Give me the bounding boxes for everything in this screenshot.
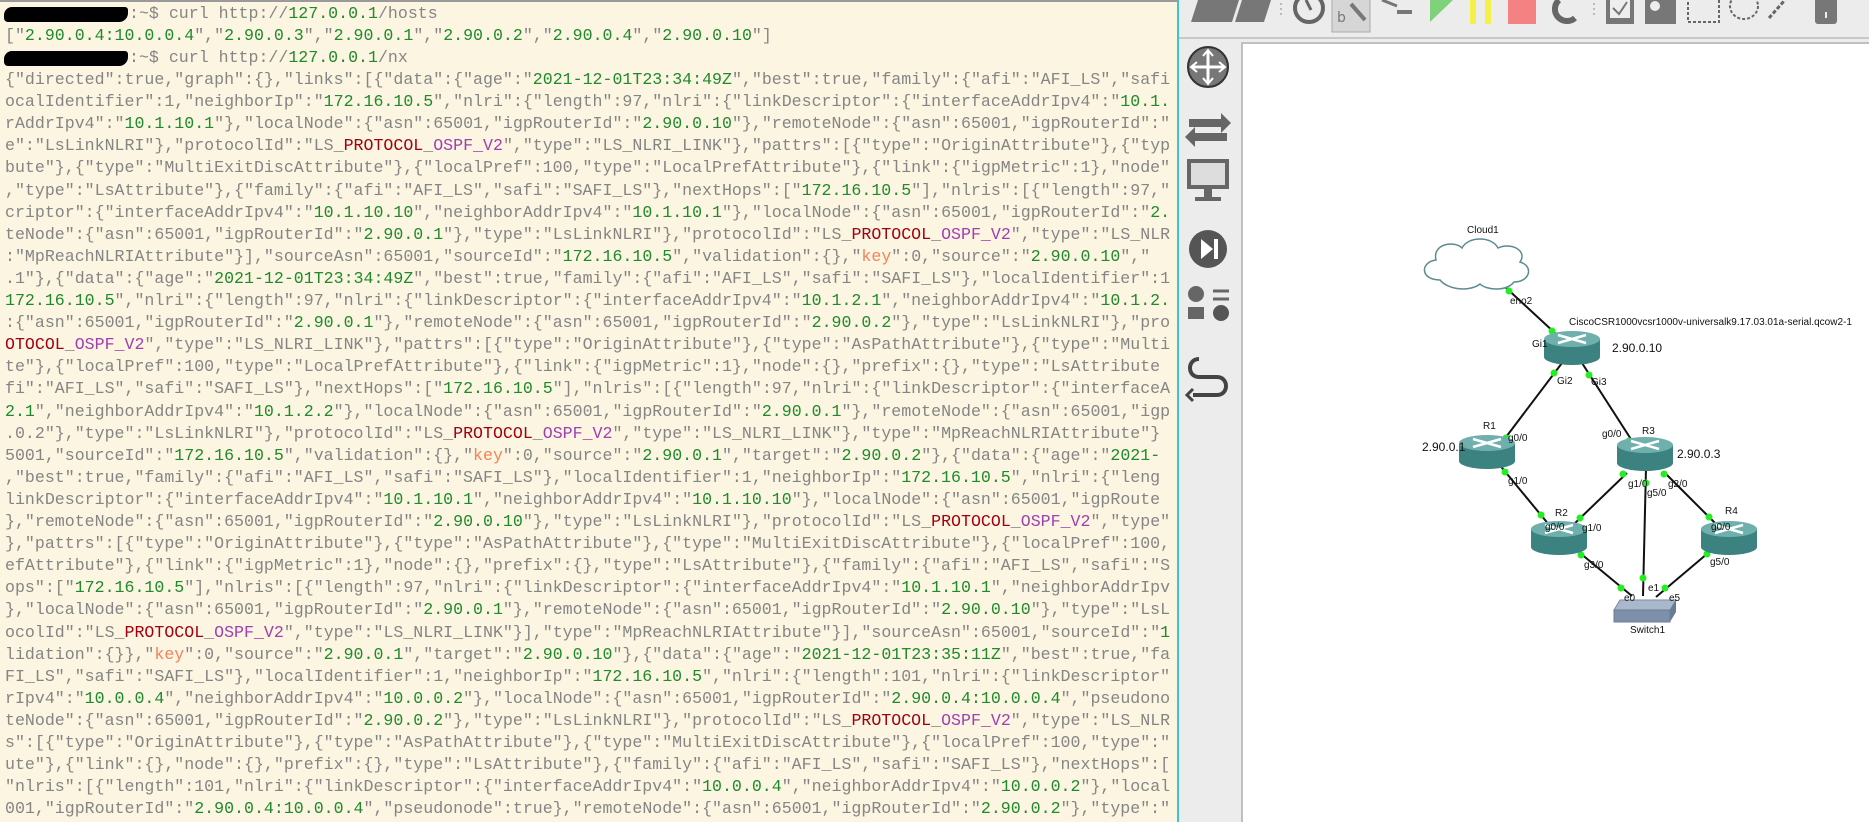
interface-label: g5/0 (1647, 488, 1667, 499)
router-node-r3[interactable] (1617, 437, 1673, 471)
cloud-node[interactable]: Cloud1 (1423, 225, 1530, 290)
interface-label: e5 (1669, 593, 1681, 604)
interface-label: g0/0 (1545, 522, 1565, 533)
interface-label: g1/0 (1628, 479, 1648, 490)
node-ip-label: 2.90.0.1 (1422, 440, 1466, 454)
switch-node[interactable]: Switch1 (1613, 599, 1677, 636)
router-node-csr[interactable] (1544, 331, 1600, 365)
interface-label: g5/0 (1710, 557, 1730, 568)
interface-label: Gi1 (1532, 339, 1548, 350)
interface-label: Gi3 (1591, 377, 1607, 388)
node-label: R2 (1555, 508, 1568, 519)
node-label: R1 (1483, 421, 1496, 432)
interface-label: g0/0 (1711, 522, 1731, 533)
interface-label: g3/0 (1584, 560, 1604, 571)
interface-label: Gi2 (1557, 376, 1573, 387)
node-ip-label: 2.90.0.10 (1612, 341, 1662, 355)
topology: Cloud1 Switch1 CiscoCSR1000vcsr1000v-uni… (1422, 225, 1852, 636)
interface-label: g0/0 (1602, 429, 1622, 440)
interface-label: e1 (1648, 583, 1660, 594)
node-label: CiscoCSR1000vcsr1000v-universalk9.17.03.… (1569, 317, 1852, 328)
interface-label: g2/0 (1668, 479, 1688, 490)
interface-label: eno2 (1510, 296, 1533, 307)
node-ip-label: 2.90.0.3 (1677, 447, 1721, 461)
interface-label: g1/0 (1508, 476, 1528, 487)
node-label: Switch1 (1630, 625, 1665, 636)
node-label: R3 (1642, 426, 1655, 437)
interface-label: g1/0 (1582, 523, 1602, 534)
router-node-r1[interactable] (1459, 435, 1515, 469)
interface-label: g0/0 (1508, 433, 1528, 444)
interface-label: e0 (1624, 593, 1636, 604)
node-label: R4 (1725, 506, 1738, 517)
node-label: Cloud1 (1467, 225, 1499, 236)
